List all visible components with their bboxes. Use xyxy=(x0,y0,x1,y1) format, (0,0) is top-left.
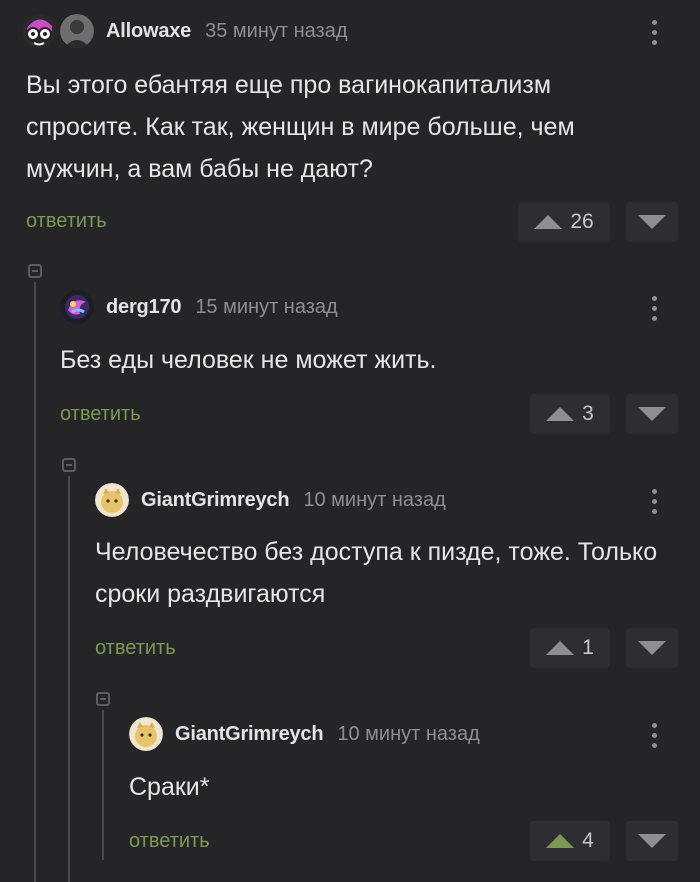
avatar-secondary[interactable] xyxy=(60,14,94,48)
reply-link[interactable]: ответить xyxy=(26,210,107,233)
timestamp: 10 минут назад xyxy=(337,722,480,745)
timestamp: 15 минут назад xyxy=(195,295,338,318)
more-options-icon[interactable] xyxy=(644,290,664,326)
upvote-icon[interactable] xyxy=(546,407,575,421)
collapse-thread-button[interactable] xyxy=(28,264,42,278)
timestamp: 35 минут назад xyxy=(205,19,348,42)
rating-count: 1 xyxy=(582,636,594,659)
rating-count: 4 xyxy=(582,829,594,852)
author-name[interactable]: derg170 xyxy=(106,296,182,319)
downvote-button[interactable] xyxy=(626,202,678,242)
downvote-icon xyxy=(638,834,666,848)
thread-line[interactable] xyxy=(34,282,36,882)
rating-box: 4 xyxy=(530,821,610,861)
downvote-icon xyxy=(638,407,666,421)
comment-text: Без еды человек не может жить. xyxy=(60,346,437,374)
cat-face-icon xyxy=(129,717,163,751)
rating-count: 26 xyxy=(570,210,594,233)
collapse-thread-button[interactable] xyxy=(96,692,110,706)
reply-link[interactable]: ответить xyxy=(95,637,176,660)
author-name[interactable]: GiantGrimreych xyxy=(141,489,290,512)
more-options-icon[interactable] xyxy=(644,483,664,519)
downvote-button[interactable] xyxy=(626,821,678,861)
comment-header: GiantGrimreych 10 минут назад xyxy=(129,717,480,751)
author-name[interactable]: Allowaxe xyxy=(106,20,191,43)
comment-text: Вы этого ебантяя еще про вагинокапитализ… xyxy=(26,71,575,183)
reply-link[interactable]: ответить xyxy=(60,403,141,426)
rating-box: 3 xyxy=(530,394,610,434)
collapse-thread-button[interactable] xyxy=(62,458,76,472)
colorful-swirl-icon xyxy=(60,290,94,324)
avatar[interactable] xyxy=(22,14,56,48)
reply-link[interactable]: ответить xyxy=(129,830,210,853)
cat-face-icon xyxy=(95,483,129,517)
comment-header: Allowaxe 35 минут назад xyxy=(22,14,348,48)
upvote-icon[interactable] xyxy=(534,215,563,229)
person-photo-icon xyxy=(60,14,94,48)
downvote-button[interactable] xyxy=(626,628,678,668)
rating-box: 1 xyxy=(530,628,610,668)
avatar[interactable] xyxy=(129,717,163,751)
upvote-icon[interactable] xyxy=(546,641,575,655)
upvote-icon[interactable] xyxy=(546,834,575,848)
more-options-icon[interactable] xyxy=(644,14,664,50)
thread-line[interactable] xyxy=(68,476,70,882)
comment-text: Сраки* xyxy=(129,773,210,801)
comment-header: GiantGrimreych 10 минут назад xyxy=(95,483,446,517)
downvote-icon xyxy=(638,215,666,229)
author-name[interactable]: GiantGrimreych xyxy=(175,723,324,746)
avatar[interactable] xyxy=(60,290,94,324)
comment-text: Человечество без доступа к пизде, тоже. … xyxy=(95,538,658,608)
timestamp: 10 минут назад xyxy=(303,488,446,511)
downvote-icon xyxy=(638,641,666,655)
thread-line[interactable] xyxy=(102,710,104,860)
comment-header: derg170 15 минут назад xyxy=(60,290,338,324)
cartoon-face-icon xyxy=(22,14,56,48)
avatar[interactable] xyxy=(95,483,129,517)
downvote-button[interactable] xyxy=(626,394,678,434)
rating-count: 3 xyxy=(582,402,594,425)
rating-box: 26 xyxy=(518,202,610,242)
more-options-icon[interactable] xyxy=(644,717,664,753)
